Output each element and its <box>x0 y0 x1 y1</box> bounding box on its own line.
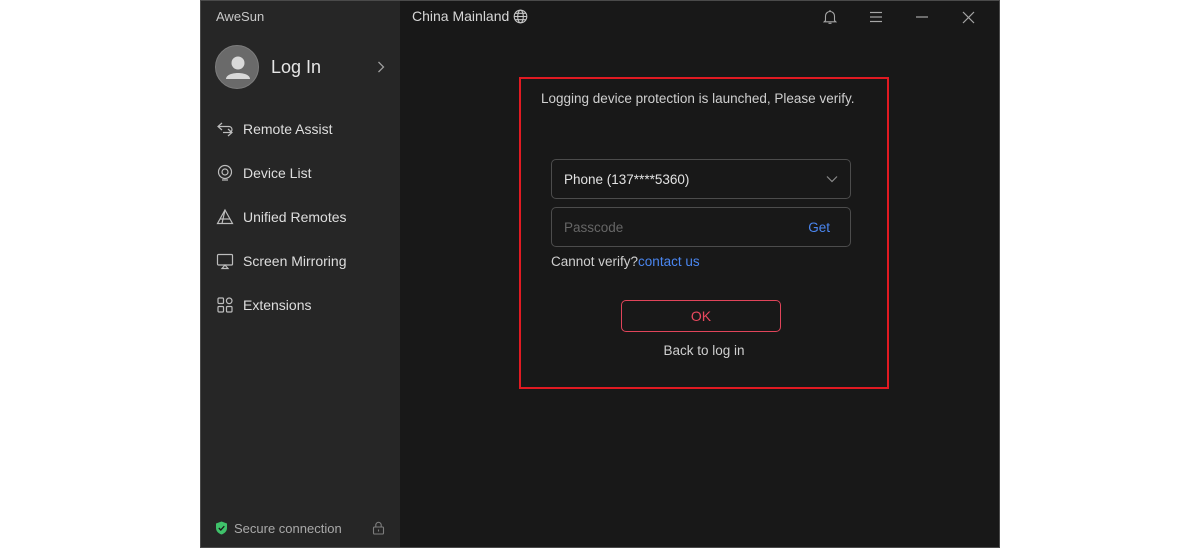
avatar <box>215 45 259 89</box>
device-verification-panel: Logging device protection is launched, P… <box>519 77 889 389</box>
passcode-input[interactable] <box>564 219 801 235</box>
secure-connection-status: Secure connection <box>215 519 385 537</box>
user-icon <box>226 56 250 79</box>
passcode-field: Get <box>551 207 851 247</box>
sidebar-item-device-list[interactable]: Device List <box>201 151 400 195</box>
contact-us-link[interactable]: contact us <box>638 254 700 269</box>
sidebar-item-label: Device List <box>243 165 312 181</box>
verification-method-select[interactable]: Phone (137****5360) <box>551 159 851 199</box>
verification-message: Logging device protection is launched, P… <box>541 91 855 106</box>
window-controls <box>807 7 991 27</box>
sidebar-item-label: Screen Mirroring <box>243 253 347 269</box>
menu-icon[interactable] <box>853 7 899 27</box>
verification-method-value: Phone (137****5360) <box>564 171 690 187</box>
notification-bell-icon[interactable] <box>807 7 853 27</box>
lock-icon[interactable] <box>372 521 385 535</box>
sidebar: AweSun Log In Remote Assist Device List … <box>201 1 400 547</box>
sidebar-item-unified-remotes[interactable]: Unified Remotes <box>201 195 400 239</box>
cannot-verify-line: Cannot verify?contact us <box>551 254 700 269</box>
minimize-icon[interactable] <box>899 7 945 27</box>
app-window: AweSun Log In Remote Assist Device List … <box>200 0 1000 548</box>
screen-mirroring-icon <box>216 252 234 270</box>
sidebar-item-remote-assist[interactable]: Remote Assist <box>201 107 400 151</box>
chevron-down-icon <box>826 175 838 183</box>
login-button[interactable]: Log In <box>215 44 387 90</box>
get-passcode-button[interactable]: Get <box>808 220 830 235</box>
remote-assist-icon <box>216 120 234 138</box>
back-to-login-link[interactable]: Back to log in <box>521 343 887 358</box>
sidebar-item-label: Unified Remotes <box>243 209 347 225</box>
device-list-icon <box>216 164 234 182</box>
extensions-icon <box>216 296 234 314</box>
sidebar-item-label: Remote Assist <box>243 121 333 137</box>
sidebar-item-label: Extensions <box>243 297 312 313</box>
sidebar-nav: Remote Assist Device List Unified Remote… <box>201 107 400 327</box>
main-panel: China Mainland Logging device protection… <box>400 1 999 547</box>
region-label: China Mainland <box>412 8 510 24</box>
app-title: AweSun <box>216 9 265 24</box>
unified-remotes-icon <box>216 208 234 226</box>
cannot-verify-text: Cannot verify? <box>551 254 639 269</box>
sidebar-item-screen-mirroring[interactable]: Screen Mirroring <box>201 239 400 283</box>
login-label: Log In <box>271 56 322 77</box>
close-icon[interactable] <box>945 7 991 27</box>
sidebar-item-extensions[interactable]: Extensions <box>201 283 400 327</box>
region-selector[interactable]: China Mainland <box>412 8 528 24</box>
ok-button[interactable]: OK <box>621 300 781 332</box>
globe-icon <box>513 9 528 24</box>
shield-icon <box>215 521 228 535</box>
secure-connection-label: Secure connection <box>234 520 342 536</box>
chevron-right-icon <box>375 61 387 73</box>
